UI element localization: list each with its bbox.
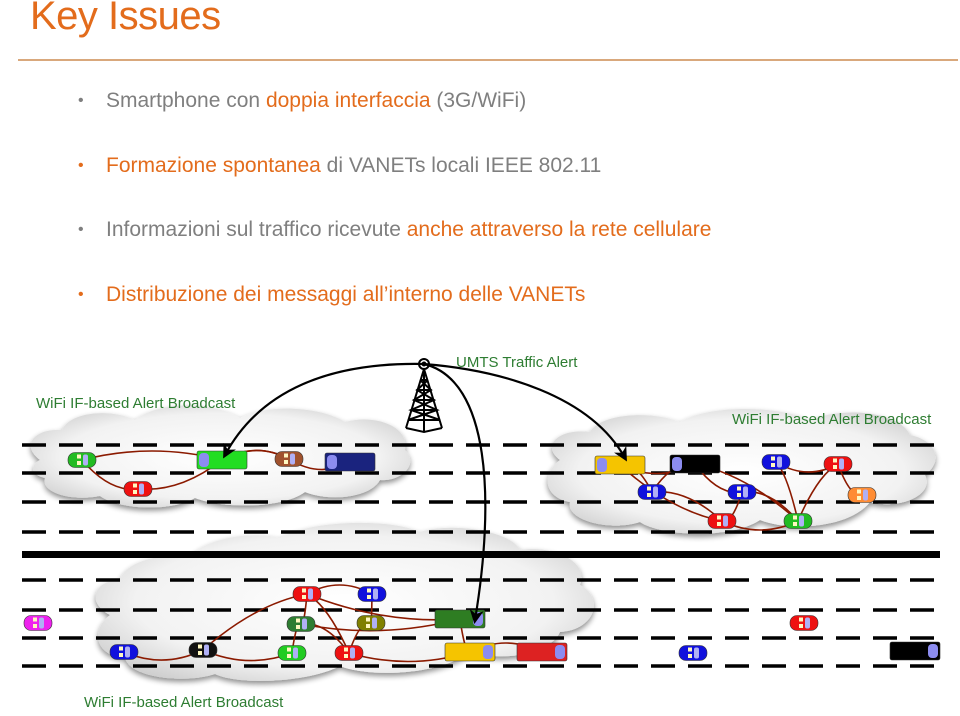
car-icon (67, 452, 97, 468)
car-icon (277, 645, 307, 661)
car-icon (847, 487, 877, 503)
car-icon (274, 451, 304, 467)
truck-icon (516, 642, 568, 662)
wifi-broadcast-label-bottom: WiFi IF-based Alert Broadcast (84, 694, 284, 711)
bullet-text: Informazioni sul traffico ricevute (106, 218, 407, 241)
bullet-text: (3G/WiFi) (430, 89, 527, 112)
car-icon (188, 642, 218, 658)
title-divider (18, 59, 958, 61)
truck-icon (889, 641, 941, 661)
bullet-highlight: doppia interfaccia (265, 89, 431, 112)
car-icon (109, 644, 139, 660)
vanet-diagram: UMTS Traffic Alert WiFi IF-based Alert B… (22, 354, 941, 711)
car-icon (292, 586, 322, 602)
wifi-broadcast-label-right: WiFi IF-based Alert Broadcast (732, 411, 932, 428)
bullet-highlight: anche attraverso la rete cellulare (406, 218, 712, 241)
bullet-item: • Distribuzione dei messaggi all’interno … (78, 283, 585, 307)
truck-icon (594, 455, 646, 475)
bullet-highlight: Formazione spontanea (106, 154, 321, 177)
bullet-item: • Smartphone con doppia interfaccia (3G/W… (78, 89, 526, 113)
car-icon (727, 484, 757, 500)
cell-tower-icon (405, 358, 443, 434)
wifi-broadcast-label-left: WiFi IF-based Alert Broadcast (36, 395, 236, 412)
bullet-marker: • (78, 221, 84, 238)
bullet-marker: • (78, 286, 84, 303)
bullet-item: • Formazione spontanea di VANETs locali I… (78, 154, 601, 178)
car-icon (789, 615, 819, 631)
bullet-text: di VANETs locali IEEE 802.11 (320, 154, 602, 177)
car-icon (357, 586, 387, 602)
slide-title: Key Issues (30, 0, 221, 38)
car-icon (356, 615, 386, 631)
car-icon (637, 484, 667, 500)
car-icon (23, 615, 53, 631)
car-icon (823, 456, 853, 472)
truck-icon (324, 452, 376, 472)
bullet-marker: • (78, 157, 84, 174)
truck-icon (444, 642, 496, 662)
road-median (22, 551, 940, 558)
car-icon (761, 454, 791, 470)
car-icon (707, 513, 737, 529)
truck-icon (196, 450, 248, 470)
truck-icon (669, 454, 721, 474)
umts-traffic-alert-label: UMTS Traffic Alert (456, 354, 578, 371)
car-icon (783, 513, 813, 529)
bullet-marker: • (78, 92, 84, 109)
bullet-highlight: Distribuzione dei messaggi all’interno d… (106, 283, 586, 306)
car-icon (678, 645, 708, 661)
truck-icon (434, 609, 486, 629)
bullet-text: Smartphone con (106, 89, 266, 112)
car-icon (123, 481, 153, 497)
car-icon (286, 616, 316, 632)
car-icon (334, 645, 364, 661)
bullet-item: • Informazioni sul traffico ricevute anch… (78, 218, 711, 242)
